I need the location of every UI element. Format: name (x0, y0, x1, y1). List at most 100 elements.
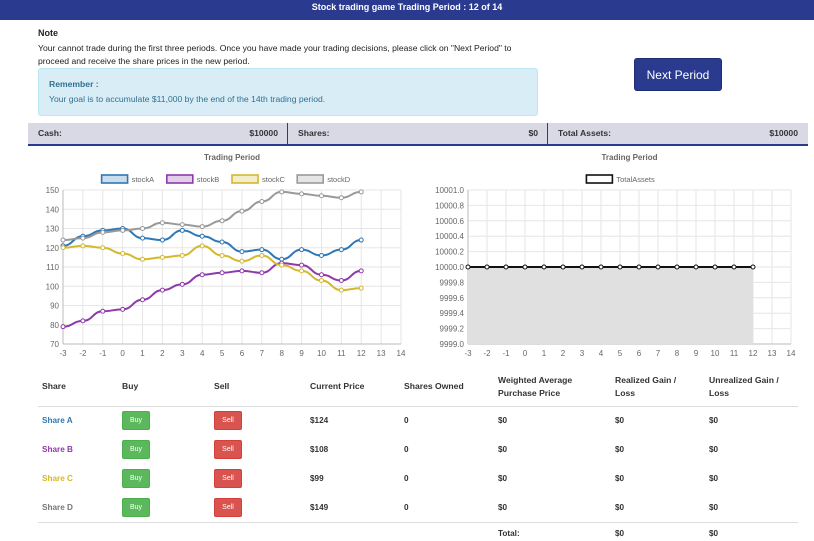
buy-cell: Buy (118, 464, 210, 493)
data-point-stockD (60, 237, 66, 243)
cash-value: $10000 (249, 128, 278, 138)
data-point-stockD (199, 224, 205, 230)
data-point-stockD (100, 229, 106, 235)
data-point-stockC (259, 252, 265, 258)
y-tick-label: 130 (46, 225, 60, 234)
legend-swatch (100, 174, 129, 184)
legend-label: stockA (132, 175, 155, 184)
x-tick-label: 2 (561, 349, 566, 358)
y-tick-label: 9999.0 (440, 340, 465, 349)
data-point-stockD (279, 189, 285, 195)
legend-swatch (166, 174, 194, 184)
data-point-stockC (60, 245, 66, 251)
data-point-stockD (120, 227, 126, 233)
legend-label: stockB (197, 175, 220, 184)
weighted-average-price: $0 (498, 474, 508, 483)
x-tick-label: 5 (220, 349, 225, 358)
total-assets-label: Total Assets: (558, 128, 612, 138)
y-tick-label: 10000.2 (435, 248, 464, 257)
data-point-stockA (259, 247, 265, 253)
data-point-stockA (179, 227, 185, 233)
y-tick-label: 9999.4 (440, 309, 465, 318)
col-realized-gain: Realized Gain / Loss (611, 368, 705, 407)
buy-cell: Buy (118, 406, 210, 435)
x-tick-label: 6 (637, 349, 642, 358)
x-tick-label: 9 (299, 349, 304, 358)
x-tick-label: 8 (279, 349, 284, 358)
next-period-button[interactable]: Next Period (634, 58, 722, 91)
top-bar: Stock trading game Trading Period : 12 o… (0, 0, 814, 20)
buy-cell: Buy (118, 493, 210, 522)
shares-owned: 0 (404, 445, 409, 454)
data-point-stockC (358, 285, 364, 291)
data-point-stockC (100, 245, 106, 251)
x-tick-label: 3 (180, 349, 185, 358)
unrealized-gain: $0 (709, 416, 719, 426)
data-point-stockD (338, 195, 344, 201)
y-tick-label: 10000.6 (435, 217, 464, 226)
data-point-TotalAssets (636, 264, 642, 270)
empty-cell (118, 521, 210, 541)
data-point-TotalAssets (750, 264, 756, 270)
shares-value: $0 (528, 128, 538, 138)
x-tick-label: 2 (160, 349, 165, 358)
x-tick-label: 13 (377, 349, 386, 358)
data-point-stockD (140, 226, 146, 231)
data-point-stockC (279, 262, 285, 268)
y-tick-label: 100 (46, 282, 60, 291)
unrealized-gain: $0 (709, 502, 719, 512)
buy-button[interactable]: Buy (122, 440, 150, 459)
sell-button[interactable]: Sell (214, 411, 242, 431)
col-weighted-average: Weighted Average Purchase Price (494, 368, 611, 407)
realized-gain: $0 (615, 416, 625, 426)
x-tick-label: 7 (656, 349, 661, 358)
data-point-TotalAssets (541, 264, 547, 270)
data-point-stockC (219, 252, 225, 258)
data-point-TotalAssets (731, 264, 737, 270)
data-point-stockD (259, 199, 265, 205)
buy-button[interactable]: Buy (122, 469, 150, 488)
data-point-stockA (199, 233, 205, 239)
x-tick-label: 6 (240, 349, 245, 358)
sell-button[interactable]: Sell (214, 469, 242, 488)
data-point-TotalAssets (712, 264, 718, 270)
legend-swatch (585, 174, 614, 184)
data-point-stockB (159, 287, 165, 293)
series-line-stockA (62, 227, 362, 261)
y-tick-label: 10001.0 (435, 186, 464, 195)
sell-button[interactable]: Sell (214, 440, 242, 459)
current-price: $149 (310, 502, 329, 512)
table-header-row: Share Buy Sell Current Price Shares Owne… (38, 368, 798, 407)
y-tick-label: 110 (46, 263, 59, 272)
table-row: Share A Buy Sell $124 0 $0 $0 $0 (38, 406, 798, 435)
chart-title: Trading Period (601, 153, 657, 162)
data-point-stockB (299, 262, 305, 268)
buy-cell: Buy (118, 435, 210, 464)
col-shares-owned: Shares Owned (400, 368, 494, 407)
data-point-stockB (318, 272, 324, 278)
x-tick-label: -1 (502, 349, 510, 358)
x-tick-label: 7 (260, 349, 265, 358)
header-line: Weighted Average (498, 374, 573, 385)
buy-button[interactable]: Buy (122, 497, 150, 517)
sell-cell: Sell (210, 435, 306, 464)
data-point-stockA (140, 235, 146, 241)
x-tick-label: -2 (79, 349, 87, 358)
chart-title: Trading Period (204, 153, 260, 162)
sell-cell: Sell (210, 464, 306, 493)
realized-gain: $0 (615, 474, 625, 483)
stock-price-chart: Trading PeriodstockA stockB stockC stockD70… (46, 153, 406, 358)
empty-cell (400, 521, 494, 541)
buy-button[interactable]: Buy (122, 411, 150, 431)
data-point-stockD (358, 189, 364, 195)
data-point-stockC (299, 268, 305, 274)
data-point-stockC (239, 258, 245, 264)
shares-table: Share Buy Sell Current Price Shares Owne… (38, 368, 798, 541)
empty-cell (38, 521, 118, 541)
sell-button[interactable]: Sell (214, 497, 242, 517)
x-tick-label: -3 (464, 349, 472, 358)
legend-swatch (231, 174, 259, 184)
table-row: Share B Buy Sell $108 0 $0 $0 $0 (38, 435, 798, 464)
x-tick-label: 13 (768, 349, 777, 358)
data-point-stockB (60, 324, 66, 330)
